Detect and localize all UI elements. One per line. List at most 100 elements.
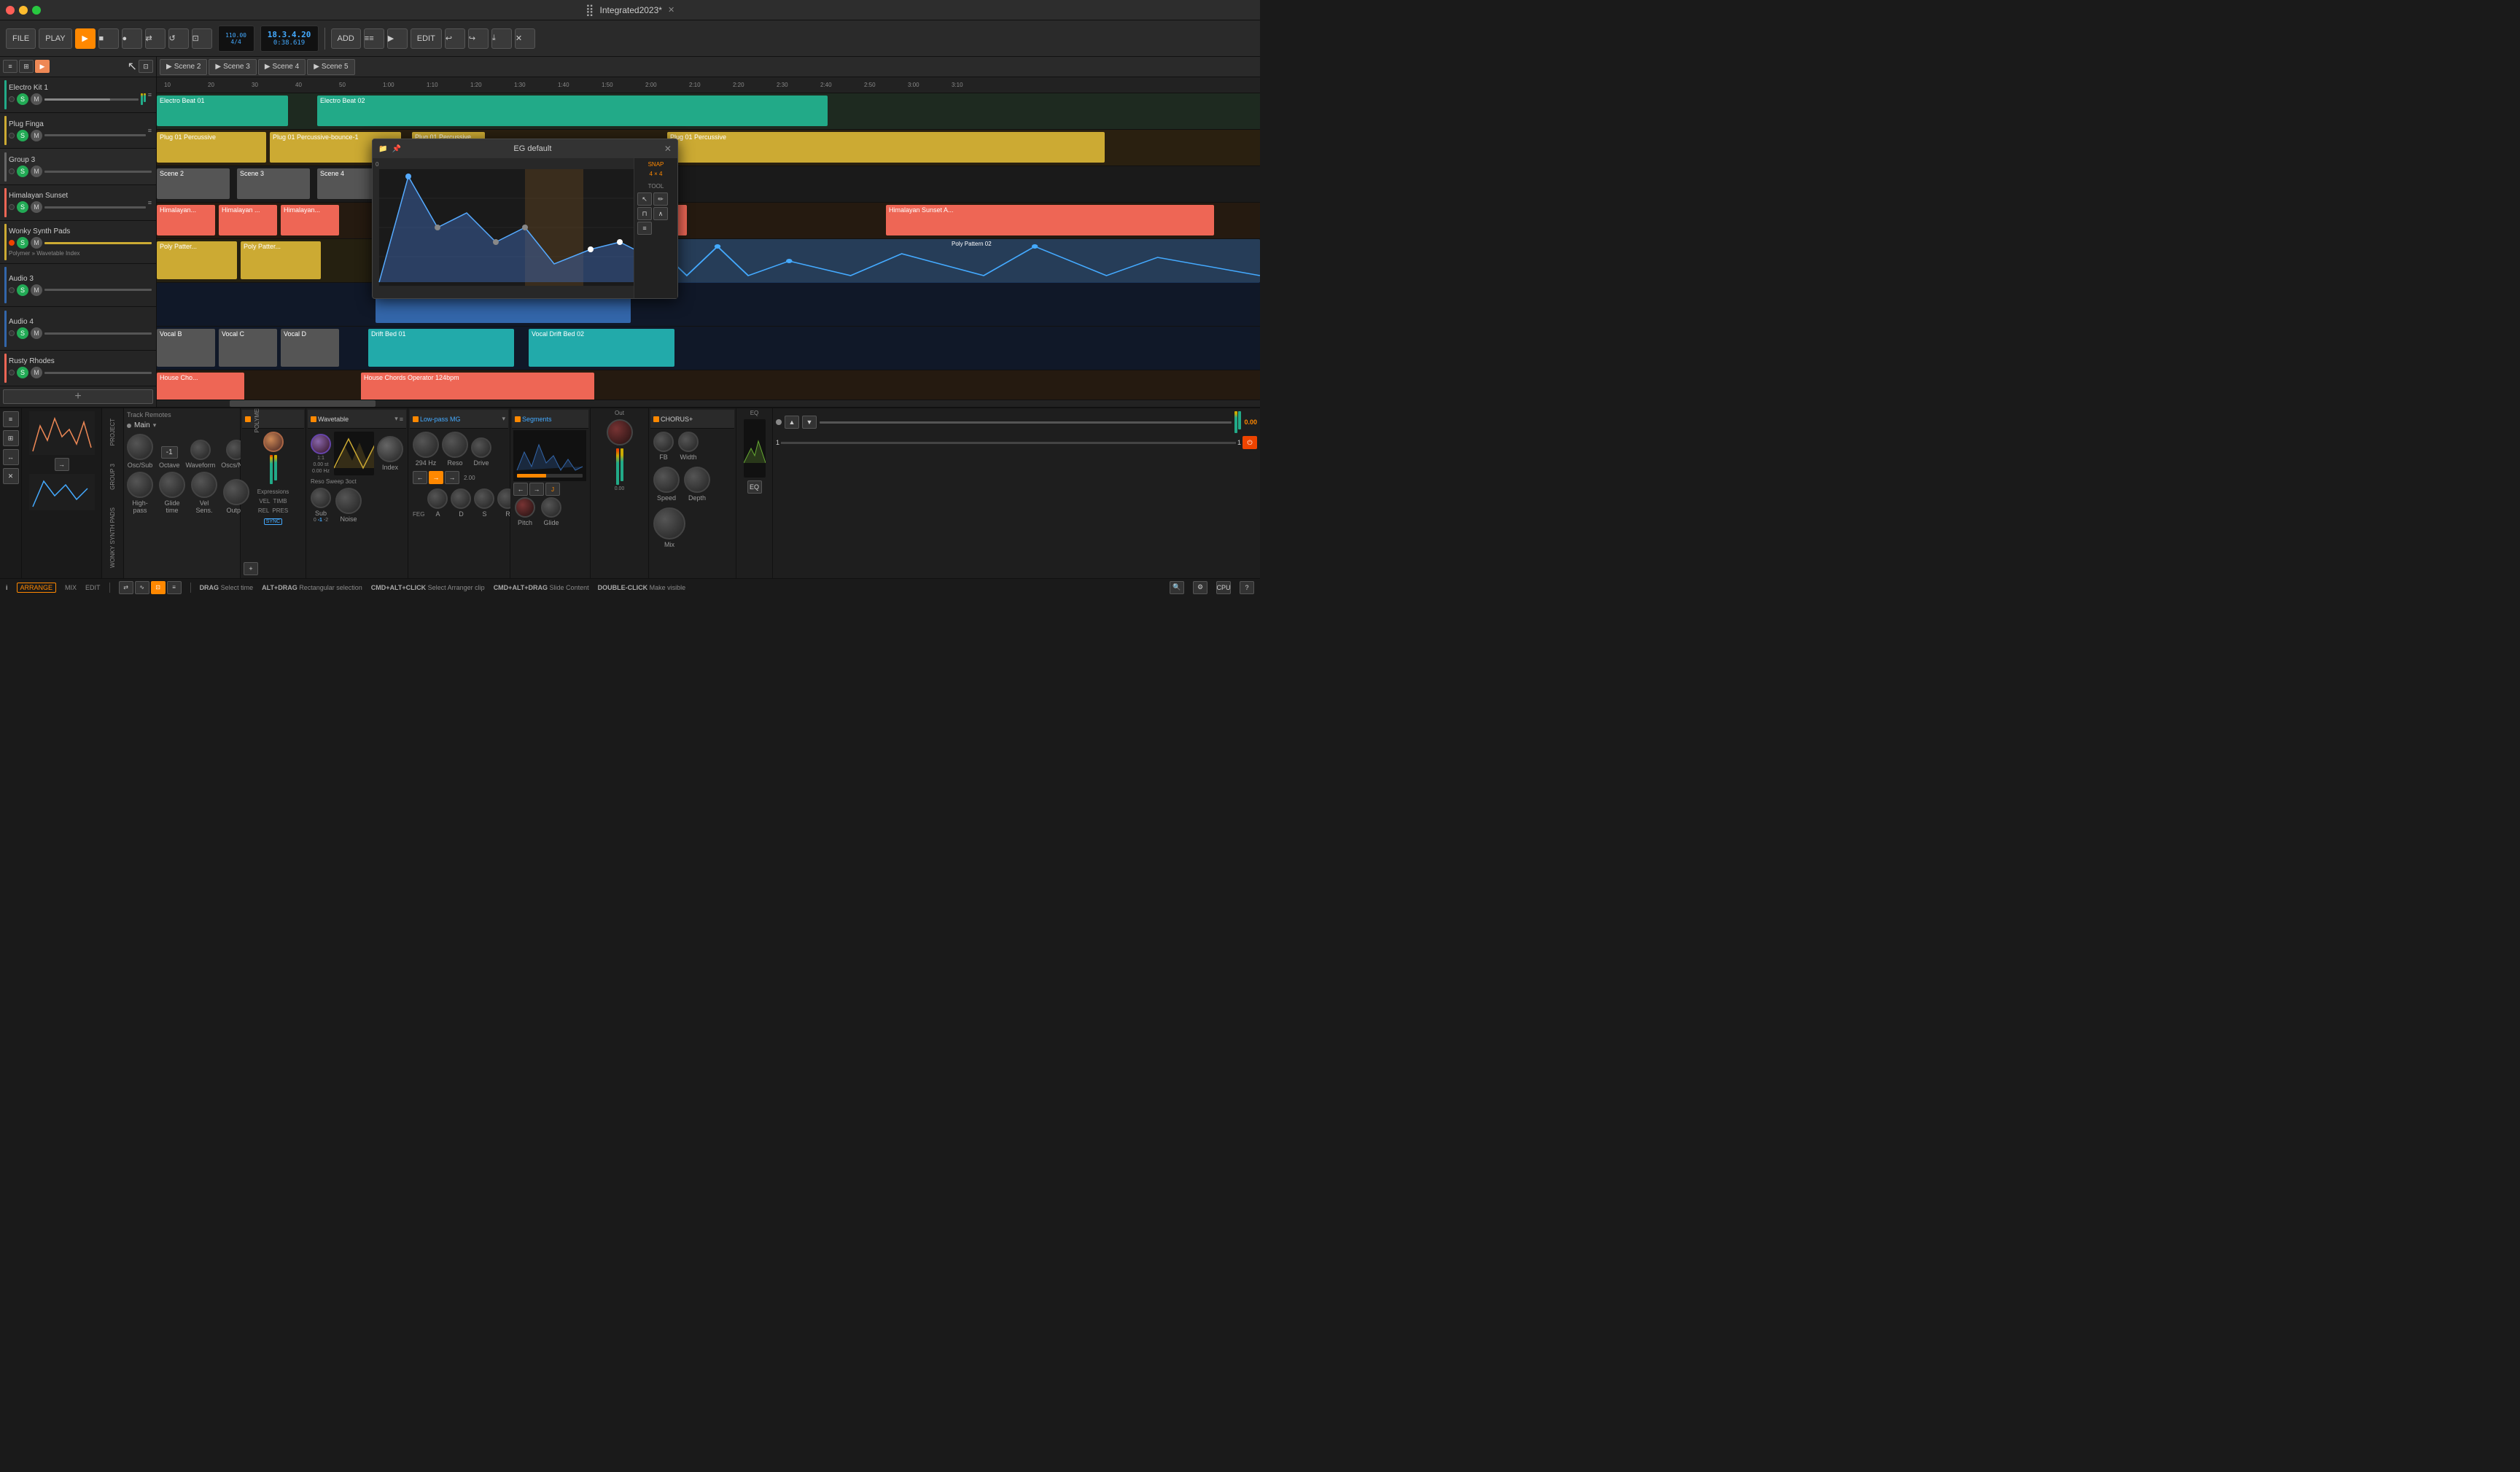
waveform-knob[interactable] [190,440,211,460]
clip-drift-bed-01[interactable]: Drift Bed 01 [368,329,514,367]
close-button[interactable] [6,6,15,15]
track-power-led[interactable] [9,133,15,139]
tool-curve[interactable]: ∧ [653,207,668,220]
clip-himalayan-2[interactable]: Himalayan ... [219,205,277,235]
volume-fader[interactable] [44,332,152,335]
scene-button[interactable]: ▶ [35,60,50,73]
bottom-icon-3[interactable]: ↔ [3,449,19,465]
chorus-power[interactable] [653,416,659,422]
mute-button[interactable]: M [31,130,42,141]
polymer-osc-knob[interactable] [263,432,284,452]
grid-button[interactable]: ⊞ [19,60,34,73]
tool-select[interactable]: ↖ [637,192,652,206]
filter-power[interactable] [413,416,419,422]
filter-dropdown[interactable]: ▾ [502,415,505,423]
clip-electro-beat-01[interactable]: Electro Beat 01 [157,96,288,126]
right-down[interactable]: ▼ [802,416,817,429]
sub-knob[interactable] [311,488,331,508]
track-menu-icon[interactable]: ≡ [148,91,152,98]
clip-poly-pattern-1[interactable]: Poly Patter... [157,241,237,279]
osc-sub-knob[interactable] [127,434,153,460]
highpass-knob[interactable] [127,472,153,498]
help-button[interactable]: ? [1240,581,1254,594]
d-knob[interactable] [451,488,471,509]
scene-2-button[interactable]: ▶ Scene 2 [160,59,207,75]
tool-line[interactable]: ⊓ [637,207,652,220]
index-knob[interactable] [377,436,403,462]
track-power-led[interactable] [9,204,15,210]
capture-button[interactable]: ↺ [168,28,189,49]
wavetable-dropdown[interactable]: ▾ [394,415,398,423]
drive-knob[interactable] [471,437,491,458]
pitch-knob[interactable] [515,497,535,518]
wavetable-power[interactable] [311,416,316,422]
play-button[interactable]: ▶ [75,28,96,49]
mix-tab[interactable]: MIX [65,584,77,591]
clip-plug-percussive[interactable]: Plug 01 Percussive [157,132,266,163]
scene-4-button[interactable]: ▶ Scene 4 [258,59,306,75]
bottom-icon-4[interactable]: ✕ [3,468,19,484]
mix-knob[interactable] [653,507,685,540]
glide-time-knob[interactable] [159,472,185,498]
bottom-icon-1[interactable]: ≡ [3,411,19,427]
right-power[interactable]: ⏻ [1242,436,1257,449]
seg-power[interactable] [515,416,521,422]
arrange-tab[interactable]: ARRANGE [17,583,57,593]
clip-scene3[interactable]: Scene 3 [237,168,310,199]
solo-button[interactable]: S [17,327,28,339]
volume-fader[interactable] [44,134,146,136]
play-mode-button[interactable]: PLAY [39,28,71,49]
filter-right[interactable]: → [445,471,459,484]
clip-vocal-c[interactable]: Vocal C [219,329,277,367]
file-button[interactable]: FILE [6,28,36,49]
main-dropdown[interactable]: ▾ [153,421,157,429]
loop-button[interactable]: ⇄ [145,28,166,49]
out-knob[interactable] [607,419,633,445]
track-power-led[interactable] [9,370,15,375]
polymer-power[interactable] [245,416,251,422]
track-content[interactable]: Electro Beat 01 Electro Beat 02 Plug 01 … [157,93,1260,400]
clip-house-chords[interactable]: House Chords Operator 124bpm [361,373,594,400]
mode-1[interactable]: ⇄ [119,581,133,594]
volume-fader[interactable] [44,372,152,374]
edit-button[interactable]: EDIT [411,28,442,49]
clip-vocal-drift-02[interactable]: Vocal Drift Bed 02 [529,329,674,367]
depth-knob[interactable] [684,467,710,493]
track-menu-icon[interactable]: ≡ [148,199,152,206]
mute-button[interactable]: M [31,237,42,249]
seg-mode[interactable]: J [545,483,560,496]
eq-toggle[interactable]: EQ [747,480,762,494]
mute-button[interactable]: M [31,367,42,378]
clip-vocal-b[interactable]: Vocal B [157,329,215,367]
play-scene-button[interactable]: ▶ [387,28,408,49]
clip-vocal-d[interactable]: Vocal D [281,329,339,367]
vel-sens-knob[interactable] [191,472,217,498]
filter-route[interactable]: → [429,471,443,484]
volume-fader[interactable] [44,289,152,291]
mute-button[interactable]: M [31,201,42,213]
eg-graph[interactable] [376,169,674,286]
noise-knob[interactable] [335,488,362,514]
clip-scene2[interactable]: Scene 2 [157,168,230,199]
freq-knob[interactable] [413,432,439,458]
speed-knob[interactable] [653,467,680,493]
mute-button[interactable]: M [31,93,42,105]
add-track-button[interactable]: + [3,389,153,404]
solo-button[interactable]: S [17,237,28,249]
clip-poly-pattern-2[interactable]: Poly Patter... [241,241,321,279]
redo-button[interactable]: ↪ [468,28,489,49]
edit-tab[interactable]: EDIT [85,584,101,591]
volume-fader[interactable] [44,206,146,209]
track-menu-icon[interactable]: ≡ [148,127,152,134]
volume-fader[interactable] [44,171,152,173]
solo-button[interactable]: S [17,201,28,213]
output-knob[interactable] [223,479,249,505]
a-knob[interactable] [427,488,448,509]
mute-button[interactable]: M [31,284,42,296]
tool-pencil[interactable]: ✏ [653,192,668,206]
close-tab-icon[interactable]: ✕ [668,5,674,15]
settings-button[interactable]: ⚙ [1193,581,1208,594]
scene-5-button[interactable]: ▶ Scene 5 [307,59,354,75]
tool-more[interactable]: ≡ [637,222,652,235]
bottom-icon-2[interactable]: ⊞ [3,430,19,446]
